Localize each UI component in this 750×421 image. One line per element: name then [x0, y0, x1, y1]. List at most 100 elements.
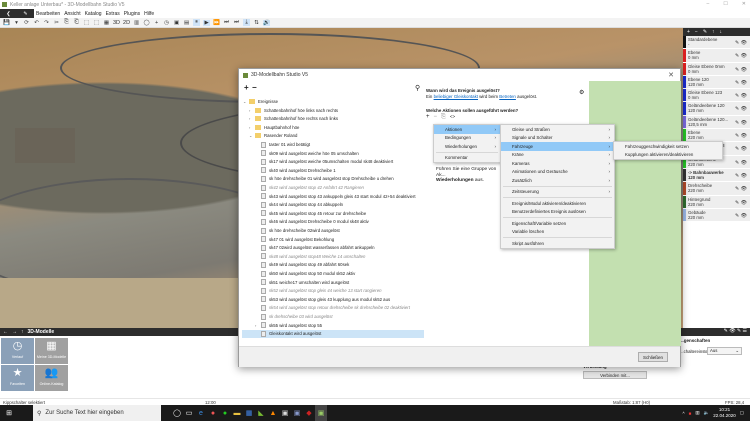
- tree-folder[interactable]: › Schattenbahnhof höe links nach rechts: [249, 106, 338, 114]
- add-action-button[interactable]: +: [426, 114, 430, 121]
- layer-item[interactable]: -> Bahnbauwerke 120 mm ✎ 👁: [683, 168, 750, 183]
- tree-item[interactable]: sk17 wird ausgelöst weiche 05umschalten …: [255, 158, 393, 166]
- explorer-icon[interactable]: ▬: [231, 405, 243, 421]
- layer-item[interactable]: Ebene 0 mm ✎ 👁: [683, 49, 750, 63]
- menu-item[interactable]: Ereignis/Modul aktivieren/deaktivieren: [501, 199, 614, 208]
- toolbar-button[interactable]: ⟳: [23, 20, 30, 26]
- vlc-icon[interactable]: ▲: [267, 405, 279, 421]
- tree-item[interactable]: › sk55 wird ausgelöst stop 55: [255, 321, 322, 329]
- toolbar-button[interactable]: ⏭: [223, 19, 230, 26]
- toolbar-button[interactable]: ▥: [133, 20, 140, 26]
- eye-icon[interactable]: 👁: [741, 146, 747, 152]
- eye-icon[interactable]: 👁: [741, 67, 747, 73]
- settings-gear-icon[interactable]: ⚙: [579, 89, 584, 96]
- toolbar-button[interactable]: ⏭: [233, 19, 240, 26]
- layer-item[interactable]: Geländeebene 120... 120,5 mm ✎ 👁: [683, 115, 750, 130]
- ie-icon[interactable]: e: [195, 405, 207, 421]
- taskbar-search[interactable]: ⚲ Zur Suche Text hier eingeben: [33, 405, 161, 421]
- network-icon[interactable]: ▥: [695, 410, 699, 416]
- menu-item[interactable]: Aktionen ›: [434, 125, 500, 134]
- eye-icon[interactable]: 👁: [741, 173, 747, 179]
- tile-history[interactable]: ◷ Verlauf: [1, 338, 34, 364]
- menu-item[interactable]: Kameras ›: [501, 159, 614, 168]
- tile-my-models[interactable]: ▦ Meine 3D-Modelle: [35, 338, 68, 364]
- tree-folder[interactable]: ⌄ Rasender Roland: [249, 132, 297, 140]
- connect-button[interactable]: Verbinden mit...: [583, 371, 647, 379]
- tray-app-icon[interactable]: ■: [689, 411, 692, 416]
- edit-mode-icon[interactable]: ✎: [23, 11, 27, 17]
- eye-icon[interactable]: 👁: [741, 160, 747, 166]
- toolbar-button[interactable]: ⬚: [83, 20, 90, 26]
- layer-item[interactable]: Gleise Ebene 0mm 0 mm ✎ 👁: [683, 62, 750, 76]
- app-icon[interactable]: ▣: [279, 405, 291, 421]
- tree-item[interactable]: sk51 weiche17 umschalten wird ausgelöst: [255, 278, 349, 286]
- menu-item[interactable]: Kräne ›: [501, 151, 614, 160]
- menu-item[interactable]: Zusätzlich ›: [501, 176, 614, 185]
- task-view-icon[interactable]: ▭: [183, 405, 195, 421]
- menu-item[interactable]: Bedingungen ›: [434, 134, 500, 143]
- eye-icon[interactable]: 👁: [741, 120, 747, 126]
- menu-item[interactable]: Eigenschaft/Variable setzen: [501, 219, 614, 228]
- firefox-icon[interactable]: ●: [207, 405, 219, 421]
- toolbar-button[interactable]: ▤: [183, 20, 190, 26]
- menu-item[interactable]: Katalog: [83, 11, 104, 17]
- toolbar-button[interactable]: +: [153, 20, 160, 26]
- toolbar-button[interactable]: ↶: [33, 20, 40, 26]
- menu-item[interactable]: Fahrzeuggeschwindigkeit setzen: [614, 142, 722, 151]
- maximize-button[interactable]: ☐: [723, 1, 727, 7]
- notifications-icon[interactable]: ▢: [740, 410, 744, 416]
- nvidia-icon[interactable]: ◣: [255, 405, 267, 421]
- menu-item[interactable]: Kupplungen aktivieren/deaktivieren: [614, 151, 722, 160]
- toolbar-button[interactable]: 🔊: [263, 19, 271, 26]
- eye-icon[interactable]: 👁: [741, 200, 747, 206]
- tree-item[interactable]: sk47 02wird ausgelöst wasserfassen abfah…: [255, 244, 375, 252]
- toolbar-button[interactable]: ⎗: [73, 19, 80, 26]
- tree-item[interactable]: sk46 wird ausgelöst Drehscheibe 0 modul …: [255, 218, 369, 226]
- menu-item[interactable]: Animationen und Geräusche ›: [501, 168, 614, 177]
- app-icon[interactable]: ◆: [303, 405, 315, 421]
- script-button[interactable]: <>: [450, 114, 455, 121]
- layer-item[interactable]: Gleise Ebene 123 0 mm ✎ 👁: [683, 89, 750, 103]
- tree-item[interactable]: sk50 wird ausgelöst stop 50 modul sk52 a…: [255, 270, 355, 278]
- toolbar-button[interactable]: ▣: [173, 20, 180, 26]
- menu-item[interactable]: Signale und Schalter ›: [501, 134, 614, 143]
- toolbar-button[interactable]: ▾: [13, 20, 20, 26]
- menu-item[interactable]: Skript ausführen: [501, 239, 614, 248]
- eye-icon[interactable]: 👁: [741, 93, 747, 99]
- tree-folder[interactable]: › Schattenbahnhof höe rechts nach links: [249, 115, 338, 123]
- tree-item[interactable]: sk53 wird ausgelöst stop gleis 43 kupplu…: [255, 295, 390, 303]
- toolbar-button[interactable]: ▦: [103, 20, 110, 26]
- clock[interactable]: 10:21 22.04.2020: [713, 407, 736, 419]
- layer-item[interactable]: Ebene 120 120 mm ✎ 👁: [683, 75, 750, 90]
- toolbar-button[interactable]: ✂: [53, 20, 60, 26]
- tree-folder[interactable]: › Hauptbahnhof höe: [249, 123, 299, 131]
- toolbar-button[interactable]: 💾: [3, 20, 10, 26]
- modellbahn-taskbar-icon[interactable]: ▣: [315, 405, 327, 421]
- menu-item[interactable]: Fahrzeuge ›: [501, 142, 614, 151]
- menu-item[interactable]: Zeitsteuerung ›: [501, 188, 614, 197]
- layer-item[interactable]: Geländeebene 120 120 mm ✎ 👁: [683, 102, 750, 116]
- volume-icon[interactable]: 🔈: [704, 410, 710, 416]
- toolbar-button[interactable]: ⇅: [253, 20, 260, 26]
- tree-item[interactable]: sk höe drehscheibe 01 wird ausgelöst sto…: [255, 175, 394, 183]
- switch-setting-select[interactable]: Aus ⌄: [707, 347, 742, 355]
- toolbar-button[interactable]: ⏸: [193, 19, 201, 26]
- tree-item[interactable]: sk48 wird ausgelöst stop48 Weiche 14 ums…: [255, 252, 365, 260]
- toolbar-button[interactable]: 2D: [123, 20, 130, 26]
- toolbar-button[interactable]: 3D: [113, 20, 120, 26]
- layer-tool-button[interactable]: ✎: [703, 29, 707, 35]
- menu-item[interactable]: Benutzerdefiniertes Ereignis auslösen: [501, 208, 614, 217]
- menu-item[interactable]: Hilfe: [142, 11, 156, 17]
- toolbar-button[interactable]: ⬚: [93, 20, 100, 26]
- menu-item[interactable]: Ansicht: [62, 11, 82, 17]
- close-dialog-button[interactable]: Schließen: [638, 352, 668, 362]
- eye-icon[interactable]: 👁: [741, 80, 747, 86]
- tree-item[interactable]: sk höe drehscheibe 02wird ausgelöst: [255, 227, 340, 235]
- search-icon[interactable]: ⚲: [415, 84, 420, 92]
- layer-item[interactable]: Hintergrund 220 mm ✎ 👁: [683, 195, 750, 209]
- menu-item[interactable]: Variable löschen: [501, 228, 614, 237]
- toolbar-button[interactable]: ⎘: [63, 19, 70, 26]
- nav-forward-icon[interactable]: →: [12, 329, 17, 335]
- eye-icon[interactable]: 👁: [741, 186, 747, 192]
- menu-item[interactable]: Wiederholungen ›: [434, 142, 500, 151]
